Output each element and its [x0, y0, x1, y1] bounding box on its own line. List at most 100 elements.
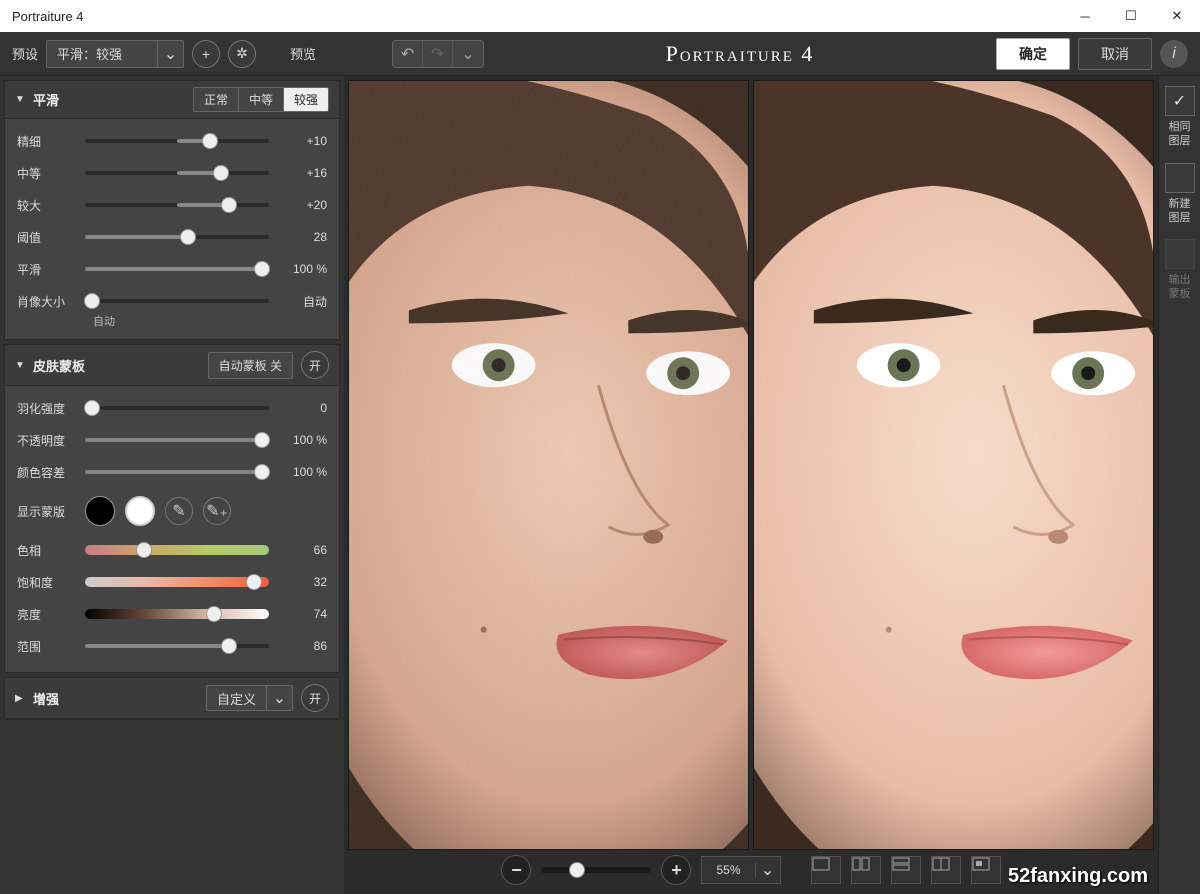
- slider-luminance: 亮度 74: [17, 598, 327, 630]
- smoothing-body: 精细 +10 中等 +16 较大 +20 阈值: [5, 119, 339, 339]
- slider-opacity: 不透明度 100 %: [17, 424, 327, 456]
- slider-feather: 羽化强度 0: [17, 392, 327, 424]
- level-normal-button[interactable]: 正常: [193, 87, 239, 112]
- slider-latitude-track[interactable]: [85, 463, 269, 481]
- check-icon: ✓: [1173, 91, 1186, 111]
- plus-icon: +: [671, 860, 682, 881]
- mask-on-button[interactable]: 开: [301, 351, 329, 379]
- show-mask-row: 显示蒙版 ✎ ✎₊: [17, 488, 327, 534]
- mask-white-swatch[interactable]: [125, 496, 155, 526]
- smoothing-header[interactable]: ▼ 平滑 正常 中等 较强: [5, 81, 339, 119]
- preset-dropdown[interactable]: 平滑：较强 ⌄: [46, 40, 184, 68]
- slider-smooth-track[interactable]: [85, 260, 269, 278]
- preview-after[interactable]: [753, 80, 1154, 850]
- enhance-title: 增强: [33, 689, 198, 708]
- slider-hue-track[interactable]: [85, 541, 269, 559]
- enhance-header[interactable]: ▶ 增强 自定义 ⌄ 开: [5, 678, 339, 719]
- level-medium-button[interactable]: 中等: [238, 87, 284, 112]
- slider-size-track[interactable]: [85, 292, 269, 310]
- output-sidebar: ✓ 相同 图层 新建 图层 输出 蒙板: [1158, 76, 1200, 894]
- window-minimize-button[interactable]: ─: [1062, 0, 1108, 32]
- preset-label: 预设: [12, 44, 38, 63]
- slider-threshold: 阈值 28: [17, 221, 327, 253]
- slider-large-track[interactable]: [85, 196, 269, 214]
- level-strong-button[interactable]: 较强: [283, 87, 329, 112]
- auto-mask-button[interactable]: 自动蒙板 关: [208, 352, 293, 379]
- undo-button[interactable]: ↶: [393, 41, 423, 67]
- chevron-down-icon: ⌄: [756, 860, 780, 880]
- smoothing-panel: ▼ 平滑 正常 中等 较强 精细 +10 中等: [4, 80, 340, 340]
- gear-icon: ✲: [236, 45, 248, 62]
- redo-icon: ↷: [431, 44, 444, 64]
- slider-medium-track[interactable]: [85, 164, 269, 182]
- slider-large: 较大 +20: [17, 189, 327, 221]
- view-split-v-button[interactable]: [851, 856, 881, 884]
- window-maximize-button[interactable]: ☐: [1108, 0, 1154, 32]
- mask-body: 羽化强度 0 不透明度 100 % 颜色容差 100 %: [5, 386, 339, 672]
- view-navigator-button[interactable]: [971, 856, 1001, 884]
- cancel-button[interactable]: 取消: [1078, 38, 1152, 70]
- slider-sat-track[interactable]: [85, 573, 269, 591]
- enhance-panel: ▶ 增强 自定义 ⌄ 开: [4, 677, 340, 720]
- slider-fine-track[interactable]: [85, 132, 269, 150]
- history-group: ↶ ↷ ⌄: [392, 40, 484, 68]
- expand-icon: ▶: [15, 693, 25, 704]
- view-split-h-button[interactable]: [891, 856, 921, 884]
- zoom-out-button[interactable]: −: [501, 855, 531, 885]
- size-sublabel: 自动: [17, 313, 327, 329]
- history-dropdown-button[interactable]: ⌄: [453, 41, 483, 67]
- new-layer-button[interactable]: [1165, 163, 1195, 193]
- app-body: ▼ 平滑 正常 中等 较强 精细 +10 中等: [0, 76, 1200, 894]
- view-overlay-button[interactable]: [931, 856, 961, 884]
- preview-split: [348, 80, 1154, 850]
- info-button[interactable]: i: [1160, 40, 1188, 68]
- top-toolbar: 预设 平滑：较强 ⌄ + ✲ 预览 ↶ ↷ ⌄ Portraiture 4 确定…: [0, 32, 1200, 76]
- window-close-button[interactable]: ✕: [1154, 0, 1200, 32]
- slider-medium: 中等 +16: [17, 157, 327, 189]
- plus-icon: +: [202, 46, 210, 62]
- output-mask-label: 输出 蒙板: [1169, 273, 1191, 302]
- mask-header[interactable]: ▼ 皮肤蒙板 自动蒙板 关 开: [5, 345, 339, 386]
- eyedropper-plus-icon: ✎₊: [206, 501, 228, 521]
- window-title: Portraiture 4: [12, 9, 84, 24]
- same-layer-button[interactable]: ✓: [1165, 86, 1195, 116]
- smoothing-title: 平滑: [33, 90, 186, 109]
- slider-feather-track[interactable]: [85, 399, 269, 417]
- eyedropper-button[interactable]: ✎: [165, 497, 193, 525]
- preview-before[interactable]: [348, 80, 749, 850]
- collapse-icon: ▼: [15, 94, 25, 105]
- slider-threshold-track[interactable]: [85, 228, 269, 246]
- preview-area: − + 55% ⌄ 52fanxing.com: [344, 76, 1158, 894]
- zoom-dropdown[interactable]: 55% ⌄: [701, 856, 780, 884]
- view-single-button[interactable]: [811, 856, 841, 884]
- controls-sidebar: ▼ 平滑 正常 中等 较强 精细 +10 中等: [0, 76, 344, 894]
- chevron-down-icon: ⌄: [461, 44, 474, 64]
- slider-lum-track[interactable]: [85, 605, 269, 623]
- redo-button[interactable]: ↷: [423, 41, 453, 67]
- slider-range: 范围 86: [17, 630, 327, 662]
- output-mask-button[interactable]: [1165, 239, 1195, 269]
- preset-settings-button[interactable]: ✲: [228, 40, 256, 68]
- ok-button[interactable]: 确定: [996, 38, 1070, 70]
- slider-hue: 色相 66: [17, 534, 327, 566]
- eyedropper-add-button[interactable]: ✎₊: [203, 497, 231, 525]
- chevron-down-icon: ⌄: [266, 685, 292, 711]
- zoom-slider[interactable]: [541, 867, 651, 873]
- zoom-in-button[interactable]: +: [661, 855, 691, 885]
- collapse-icon: ▼: [15, 360, 25, 371]
- preset-add-button[interactable]: +: [192, 40, 220, 68]
- minus-icon: −: [511, 860, 522, 881]
- undo-icon: ↶: [401, 44, 414, 64]
- preview-label: 预览: [290, 44, 316, 63]
- same-layer-label: 相同 图层: [1169, 120, 1191, 149]
- slider-opacity-track[interactable]: [85, 431, 269, 449]
- smoothing-level-segment: 正常 中等 较强: [194, 87, 329, 112]
- zoom-value: 55%: [702, 863, 755, 877]
- brand-title: Portraiture 4: [492, 41, 988, 67]
- portrait-before-image: [349, 81, 748, 849]
- portrait-after-image: [754, 81, 1153, 849]
- enhance-preset-dropdown[interactable]: 自定义 ⌄: [206, 685, 293, 711]
- slider-range-track[interactable]: [85, 637, 269, 655]
- enhance-on-button[interactable]: 开: [301, 684, 329, 712]
- mask-black-swatch[interactable]: [85, 496, 115, 526]
